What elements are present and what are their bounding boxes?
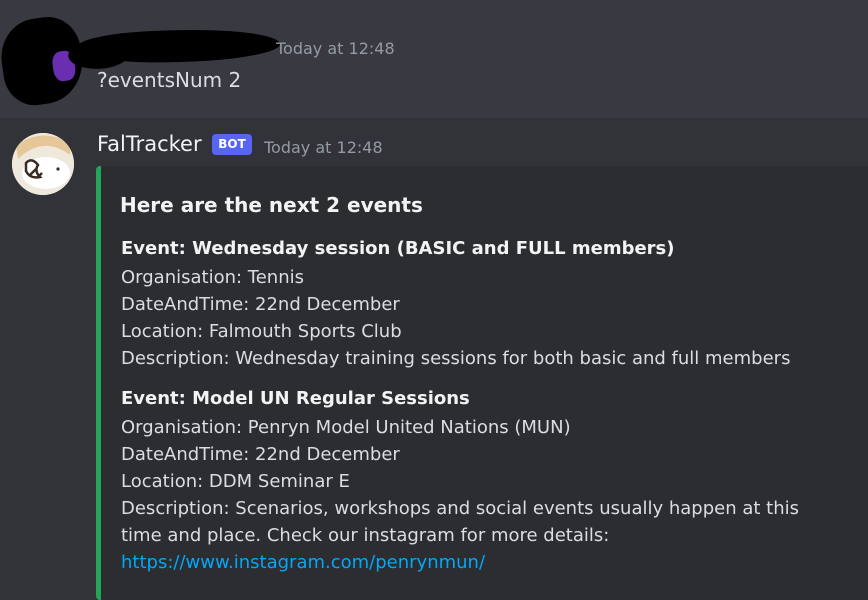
event-datetime: DateAndTime: 22nd December — [121, 294, 400, 315]
event-location: Location: Falmouth Sports Club — [121, 321, 402, 342]
event-datetime: DateAndTime: 22nd December — [121, 444, 400, 465]
event-description: Description: Wednesday training sessions… — [121, 348, 791, 369]
message-timestamp[interactable]: Today at 12:48 — [264, 138, 383, 157]
user-message[interactable]: Today at 12:48 ?eventsNum 2 — [0, 0, 868, 118]
event-location: Location: DDM Seminar E — [121, 471, 350, 492]
bot-avatar-image — [12, 133, 74, 195]
event-organisation: Organisation: Penryn Model United Nation… — [121, 417, 571, 438]
bot-username[interactable]: FalTracker — [97, 132, 202, 156]
bot-badge: BOT — [212, 134, 252, 155]
instagram-link[interactable]: https://www.instagram.com/penrynmun/ — [121, 549, 841, 576]
event-heading: Event: Wednesday session (BASIC and FULL… — [121, 238, 675, 259]
event-description: Description: Scenarios, workshops and so… — [121, 498, 799, 546]
message-timestamp[interactable]: Today at 12:48 — [276, 39, 395, 58]
bot-avatar[interactable] — [12, 133, 74, 195]
event-organisation: Organisation: Tennis — [121, 267, 304, 288]
embed-title: Here are the next 2 events — [120, 193, 423, 217]
event-entry: Event: Model UN Regular Sessions Organis… — [121, 385, 841, 576]
message-content: ?eventsNum 2 — [97, 68, 242, 92]
event-heading: Event: Model UN Regular Sessions — [121, 388, 470, 409]
redacted-username — [77, 26, 281, 66]
event-entry: Event: Wednesday session (BASIC and FULL… — [121, 235, 790, 372]
